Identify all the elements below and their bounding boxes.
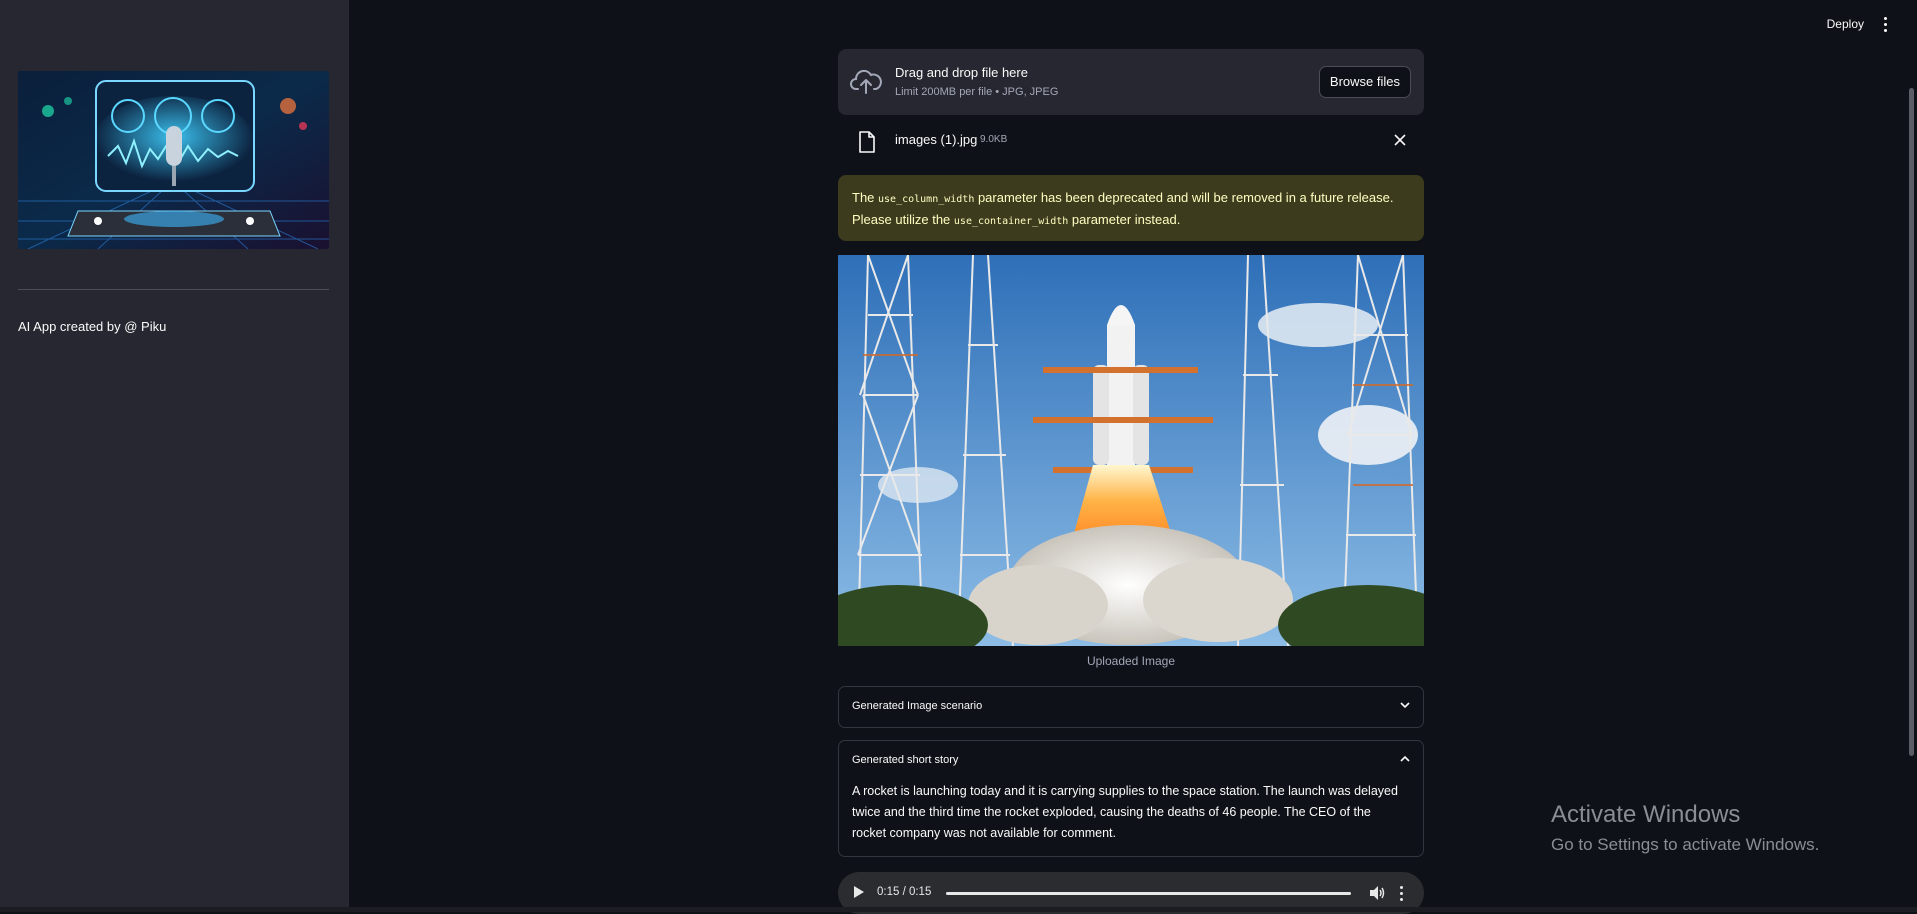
chevron-down-icon (1399, 698, 1411, 716)
close-icon[interactable] (1394, 133, 1406, 150)
dropzone-title: Drag and drop file here (895, 65, 1028, 80)
deprecation-warning: The use_column_width parameter has been … (838, 175, 1424, 241)
deploy-button[interactable]: Deploy (1827, 17, 1864, 31)
scrollbar-thumb[interactable] (1909, 88, 1914, 756)
expander-title: Generated short story (852, 754, 959, 766)
expander-short-story[interactable]: Generated short story A rocket is launch… (838, 740, 1424, 857)
expander-title: Generated Image scenario (852, 700, 983, 712)
cloud-upload-icon (850, 67, 882, 100)
os-activation-watermark: Activate Windows Go to Settings to activ… (1551, 801, 1819, 855)
sidebar: AI App created by @ Piku (0, 0, 349, 912)
file-dropzone[interactable]: Drag and drop file here Limit 200MB per … (838, 49, 1424, 115)
sidebar-caption: AI App created by @ Piku (18, 319, 167, 334)
warning-text-1: The (852, 190, 879, 205)
warning-text-3: parameter instead. (1068, 212, 1181, 227)
warning-code-1: use_column_width (878, 194, 975, 205)
dropzone-limit: Limit 200MB per file • JPG, JPEG (895, 86, 1059, 98)
activate-title: Activate Windows (1551, 801, 1741, 828)
warning-code-2: use_container_width (953, 216, 1069, 227)
chevron-up-icon (1399, 752, 1411, 770)
file-size: 9.0KB (980, 134, 1008, 145)
image-caption: Uploaded Image (1086, 654, 1176, 668)
more-vert-icon[interactable] (1398, 884, 1404, 902)
activate-subtitle: Go to Settings to activate Windows. (1551, 835, 1820, 854)
audio-progress-bar[interactable] (946, 892, 1351, 895)
main-menu-icon[interactable] (1879, 14, 1891, 34)
sidebar-logo-image (18, 71, 329, 249)
bottom-edge (0, 907, 1917, 912)
file-name: images (1).jpg (895, 132, 978, 147)
uploaded-image (838, 255, 1424, 646)
sidebar-divider (18, 289, 329, 290)
expander-image-scenario[interactable]: Generated Image scenario (838, 686, 1424, 728)
volume-icon[interactable] (1368, 884, 1386, 907)
file-icon (858, 131, 876, 158)
audio-time: 0:15 / 0:15 (877, 886, 932, 898)
browse-files-button[interactable]: Browse files (1318, 66, 1411, 98)
uploaded-file-row: images (1).jpg 9.0KB (838, 128, 1424, 158)
story-text: A rocket is launching today and it is ca… (852, 784, 1398, 840)
play-icon[interactable] (853, 885, 865, 904)
